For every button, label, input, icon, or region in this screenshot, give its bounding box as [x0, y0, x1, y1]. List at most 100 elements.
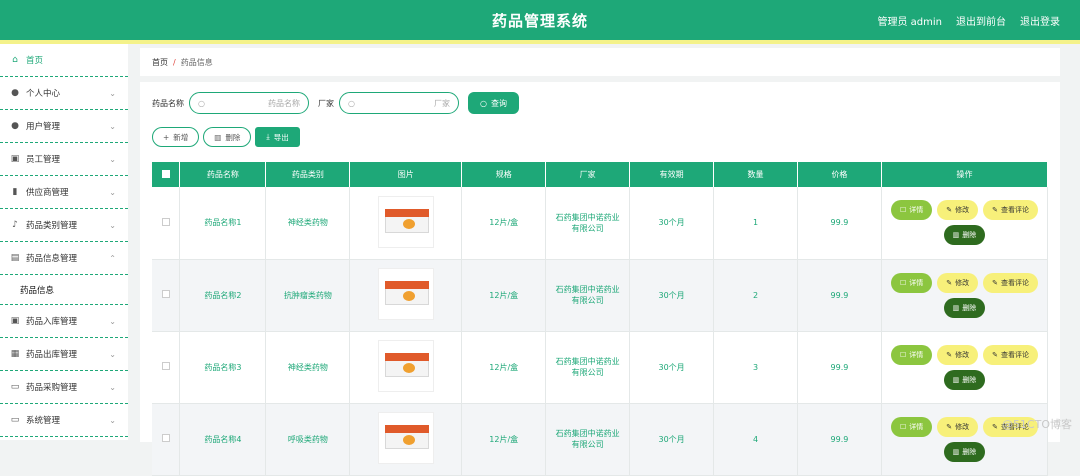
drug-name-cell: 药品名称4 [180, 403, 266, 475]
button-label: 详情 [909, 205, 923, 215]
edit-button[interactable]: ✎修改 [937, 345, 978, 365]
edit-button[interactable]: ✎修改 [937, 417, 978, 437]
column-header: 图片 [350, 162, 462, 187]
sidebar-item[interactable]: ▭系统管理⌄ [0, 404, 128, 437]
sidebar-item-label: 药品出库管理 [26, 348, 77, 360]
image-cell [350, 259, 462, 331]
chevron-icon: ⌄ [109, 350, 116, 359]
column-header: 药品类别 [266, 162, 350, 187]
maker-cell: 石药集团中诺药业有限公司 [546, 259, 630, 331]
query-button[interactable]: ○查询 [468, 92, 519, 114]
sidebar-item-label: 药品采购管理 [26, 381, 77, 393]
detail-button[interactable]: ☐详情 [891, 345, 932, 365]
select-all-header[interactable] [152, 162, 180, 187]
export-button[interactable]: ⤓导出 [255, 127, 299, 147]
column-header: 规格 [462, 162, 546, 187]
sidebar-item[interactable]: ♪药品类别管理⌄ [0, 209, 128, 242]
sidebar-subitem[interactable]: 药品信息 [0, 275, 128, 305]
sidebar: ⌂首页●个人中心⌄●用户管理⌄▣员工管理⌄▮供应商管理⌄♪药品类别管理⌄▤药品信… [0, 44, 128, 440]
select-all-checkbox[interactable] [162, 170, 170, 178]
sidebar-item[interactable]: ▣药品入库管理⌄ [0, 305, 128, 338]
operations-cell: ☐详情✎修改✎查看评论▥删除 [881, 187, 1047, 259]
chevron-icon: ⌄ [109, 416, 116, 425]
expiry-cell: 30个月 [630, 259, 714, 331]
view-reviews-button[interactable]: ✎查看评论 [983, 273, 1038, 293]
download-icon: ⤓ [266, 132, 269, 142]
sidebar-item[interactable]: ▭药品采购管理⌄ [0, 371, 128, 404]
row-checkbox[interactable] [162, 362, 170, 370]
detail-button[interactable]: ☐详情 [891, 417, 932, 437]
chevron-icon: ⌄ [109, 383, 116, 392]
drug-image [378, 412, 434, 464]
detail-button[interactable]: ☐详情 [891, 200, 932, 220]
row-checkbox[interactable] [162, 218, 170, 226]
delete-button[interactable]: ▥删除 [944, 442, 986, 462]
delete-button[interactable]: ▥删除 [944, 298, 986, 318]
sidebar-item[interactable]: ▮供应商管理⌄ [0, 176, 128, 209]
button-icon: ✎ [946, 279, 952, 287]
sidebar-item[interactable]: ⌂首页 [0, 44, 128, 77]
logout-link[interactable]: 退出登录 [1020, 13, 1060, 28]
drug-name-cell: 药品名称3 [180, 331, 266, 403]
sidebar-item[interactable]: ▤药品信息管理⌃ [0, 242, 128, 275]
drug-category-cell: 神经类药物 [266, 187, 350, 259]
price-cell: 99.9 [797, 259, 881, 331]
expiry-cell: 30个月 [630, 331, 714, 403]
row-select-cell [152, 259, 180, 331]
button-label: 删除 [962, 230, 976, 240]
button-label: 详情 [909, 278, 923, 288]
home-icon: ⌂ [10, 55, 20, 65]
sidebar-item[interactable]: ● 用户管理 ⌄ [0, 110, 128, 143]
search-bar: 药品名称 ○药品名称 厂家 ○厂家 ○查询 [152, 92, 519, 114]
delete-button[interactable]: ▥删除 [944, 225, 986, 245]
operations-cell: ☐详情✎修改✎查看评论▥删除 [881, 331, 1047, 403]
button-icon: ✎ [946, 423, 952, 431]
view-reviews-button[interactable]: ✎查看评论 [983, 345, 1038, 365]
row-checkbox[interactable] [162, 290, 170, 298]
button-label: 查看评论 [1001, 278, 1029, 288]
name-search-input[interactable]: ○药品名称 [189, 92, 309, 114]
view-reviews-button[interactable]: ✎查看评论 [983, 200, 1038, 220]
edit-button[interactable]: ✎修改 [937, 273, 978, 293]
sidebar-item[interactable]: ▣员工管理⌄ [0, 143, 128, 176]
button-icon: ☐ [900, 206, 906, 214]
edit-button[interactable]: ✎修改 [937, 200, 978, 220]
drug-image [378, 268, 434, 320]
button-icon: ✎ [992, 423, 998, 431]
sidebar-item-label: 个人中心 [26, 87, 60, 99]
sidebar-item-label: 用户管理 [26, 120, 60, 132]
detail-button[interactable]: ☐详情 [891, 273, 932, 293]
spec-cell: 12片/盒 [462, 331, 546, 403]
row-select-cell [152, 187, 180, 259]
maker-search-input[interactable]: ○厂家 [339, 92, 459, 114]
add-button[interactable]: +新增 [152, 127, 199, 147]
column-header: 药品名称 [180, 162, 266, 187]
price-cell: 99.9 [797, 403, 881, 475]
microphone-icon: ♪ [10, 220, 20, 230]
column-header: 数量 [714, 162, 798, 187]
delete-button[interactable]: ▥删除 [944, 370, 986, 390]
button-icon: ☐ [900, 423, 906, 431]
table-header-row: 药品名称药品类别图片规格厂家有效期数量价格操作 [152, 162, 1048, 187]
drug-category-cell: 抗肿瘤类药物 [266, 259, 350, 331]
briefcase-icon: ▤ [10, 253, 20, 263]
button-icon: ✎ [946, 351, 952, 359]
button-label: 修改 [955, 350, 969, 360]
exit-to-frontend-link[interactable]: 退出到前台 [956, 13, 1006, 28]
quantity-cell: 2 [714, 259, 798, 331]
maker-filter-label: 厂家 [318, 98, 334, 109]
top-navbar: 药品管理系统 管理员 admin 退出到前台 退出登录 [0, 0, 1080, 40]
column-header: 价格 [797, 162, 881, 187]
table-row: 药品名称2抗肿瘤类药物12片/盒石药集团中诺药业有限公司30个月299.9☐详情… [152, 259, 1048, 331]
breadcrumb-home[interactable]: 首页 [152, 57, 168, 68]
sidebar-item[interactable]: ●个人中心⌄ [0, 77, 128, 110]
button-label: 删除 [962, 303, 976, 313]
button-label: 详情 [909, 422, 923, 432]
bulk-delete-button[interactable]: ▥删除 [203, 127, 251, 147]
row-checkbox[interactable] [162, 434, 170, 442]
chevron-icon: ⌄ [109, 317, 116, 326]
chevron-icon: ⌄ [109, 122, 116, 131]
location-icon: ● [10, 121, 20, 131]
sidebar-item[interactable]: ▦药品出库管理⌄ [0, 338, 128, 371]
button-icon: ✎ [992, 206, 998, 214]
